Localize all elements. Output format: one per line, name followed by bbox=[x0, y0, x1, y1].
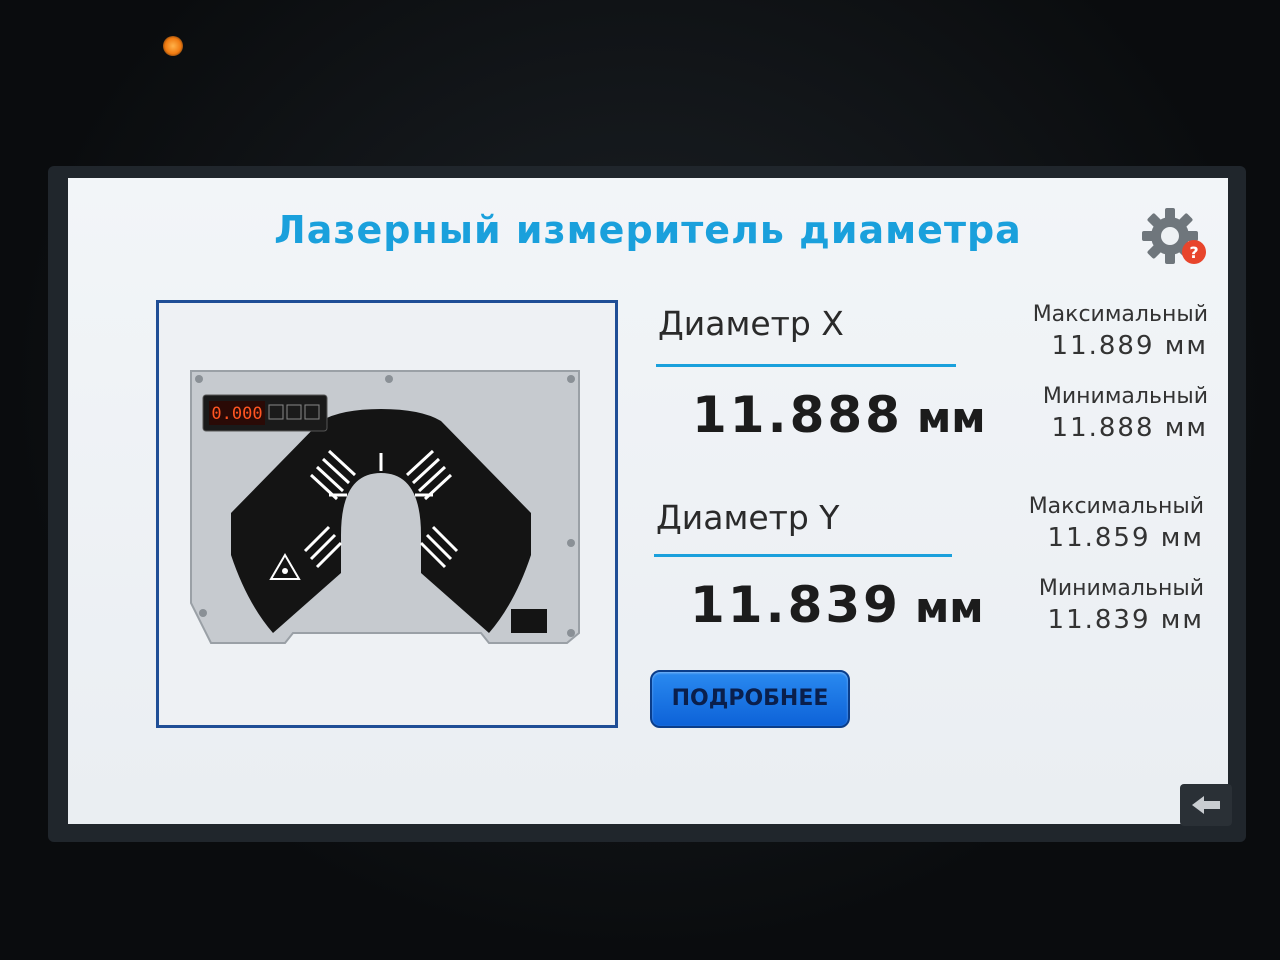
diameter-x-divider bbox=[656, 364, 956, 367]
back-button[interactable] bbox=[1180, 784, 1232, 826]
diameter-y-label: Диаметр Y bbox=[656, 498, 840, 537]
diameter-y-min-label: Минимальный bbox=[1038, 576, 1204, 601]
hmi-screen: Лазерный измеритель диаметра ? 0.000 Диа… bbox=[68, 178, 1228, 824]
diameter-y-max-value: 11.859 мм bbox=[1047, 523, 1204, 553]
diameter-x-max: Максимальный 11.889 мм bbox=[988, 302, 1208, 361]
diameter-x-number: 11.888 bbox=[692, 386, 903, 444]
gear-question-icon: ? bbox=[1142, 208, 1206, 264]
diameter-x-max-value: 11.889 мм bbox=[1051, 331, 1208, 361]
page-title: Лазерный измеритель диаметра bbox=[274, 208, 1022, 252]
svg-text:?: ? bbox=[1189, 243, 1198, 262]
power-led bbox=[163, 36, 183, 56]
diameter-y-unit: мм bbox=[914, 583, 984, 632]
diameter-y-value: 11.839 мм bbox=[690, 576, 984, 634]
details-button[interactable]: ПОДРОБНЕЕ bbox=[650, 670, 850, 728]
diameter-x-value: 11.888 мм bbox=[692, 386, 986, 444]
diameter-y-divider bbox=[654, 554, 952, 557]
diameter-x-label: Диаметр X bbox=[658, 304, 844, 343]
diameter-y-min: Минимальный 11.839 мм bbox=[984, 576, 1204, 635]
diameter-x-min-value: 11.888 мм bbox=[1051, 413, 1208, 443]
device-display-reading: 0.000 bbox=[211, 404, 262, 424]
diameter-x-unit: мм bbox=[916, 393, 986, 442]
diameter-x-min-label: Минимальный bbox=[1042, 384, 1208, 409]
diameter-y-min-value: 11.839 мм bbox=[1047, 605, 1204, 635]
laser-gauge-image: 0.000 bbox=[190, 370, 580, 644]
diameter-y-max: Максимальный 11.859 мм bbox=[984, 494, 1204, 553]
diameter-x-min: Минимальный 11.888 мм bbox=[988, 384, 1208, 443]
diameter-y-number: 11.839 bbox=[690, 576, 901, 634]
back-arrow-icon bbox=[1192, 796, 1220, 814]
diameter-y-max-label: Максимальный bbox=[1028, 494, 1204, 519]
device-image-frame: 0.000 bbox=[156, 300, 618, 728]
settings-button[interactable]: ? bbox=[1140, 206, 1210, 268]
diameter-x-max-label: Максимальный bbox=[1032, 302, 1208, 327]
